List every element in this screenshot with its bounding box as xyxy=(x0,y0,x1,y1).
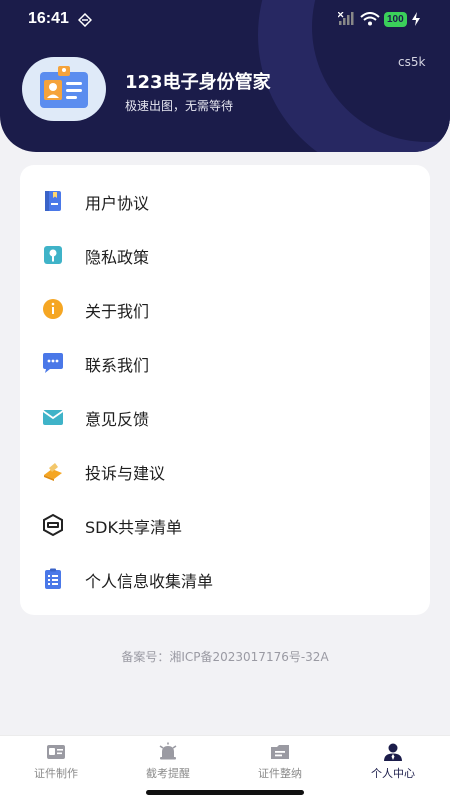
cellular-signal-icon xyxy=(338,12,354,25)
menu-item-label: 隐私政策 xyxy=(85,248,150,267)
info-icon xyxy=(43,299,63,319)
tab-label: 个人中心 xyxy=(371,767,415,780)
status-time: 16:41 xyxy=(28,10,69,27)
tab-label: 截考提醒 xyxy=(146,767,190,780)
menu-item-label: 联系我们 xyxy=(85,356,150,375)
identity-card-icon xyxy=(40,66,88,108)
menu-item-label: 投诉与建议 xyxy=(85,464,166,483)
id-card-icon xyxy=(47,745,65,759)
app-name: 123电子身份管家 xyxy=(125,72,271,93)
user-icon xyxy=(384,743,402,761)
app-tagline: 极速出图，无需等待 xyxy=(125,99,234,113)
menu-item-personal-info-list[interactable]: 个人信息收集清单 xyxy=(20,554,430,604)
menu-item-sdk-list[interactable]: SDK共享清单 xyxy=(20,500,430,550)
menu-item-label: SDK共享清单 xyxy=(85,518,182,537)
tab-label: 证件制作 xyxy=(34,767,78,780)
menu-item-user-agreement[interactable]: 用户协议 xyxy=(20,176,430,226)
privacy-lock-icon xyxy=(44,246,62,264)
sdk-icon xyxy=(43,513,63,537)
tab-personal-center[interactable]: 个人中心 xyxy=(337,736,449,786)
menu-item-complaints[interactable]: 投诉与建议 xyxy=(20,446,430,496)
location-icon xyxy=(78,13,92,27)
folder-icon xyxy=(271,745,289,759)
charging-icon xyxy=(412,12,420,26)
menu-item-label: 关于我们 xyxy=(85,302,150,321)
profile-header: 16:41 100 123电子身份管家 极速出图，无需等待 cs5k xyxy=(0,0,450,152)
book-icon xyxy=(45,191,61,211)
home-indicator[interactable] xyxy=(146,790,304,795)
version-label: cs5k xyxy=(398,55,426,69)
tab-id-making[interactable]: 证件制作 xyxy=(0,736,112,786)
tab-exam-reminder[interactable]: 截考提醒 xyxy=(112,736,224,786)
tab-label: 证件整纳 xyxy=(258,767,302,780)
menu-item-label: 用户协议 xyxy=(85,194,150,213)
chat-icon xyxy=(43,353,63,373)
menu-item-privacy-policy[interactable]: 隐私政策 xyxy=(20,230,430,280)
mail-icon xyxy=(42,410,64,425)
complaint-icon xyxy=(44,463,62,481)
avatar[interactable] xyxy=(22,57,106,121)
alarm-icon xyxy=(159,742,177,760)
battery-level: 100 xyxy=(384,12,407,27)
status-bar: 16:41 100 xyxy=(0,0,450,40)
tab-id-storage[interactable]: 证件整纳 xyxy=(224,736,336,786)
settings-menu: 用户协议 隐私政策 关于我们 联系我们 意见反馈 投诉与建议 SDK共享清单 个… xyxy=(20,165,430,615)
icp-record[interactable]: 备案号：湘ICP备2023017176号-32A xyxy=(0,648,450,665)
menu-item-contact-us[interactable]: 联系我们 xyxy=(20,338,430,388)
menu-item-label: 意见反馈 xyxy=(85,410,150,429)
checklist-icon xyxy=(45,568,61,589)
wifi-icon xyxy=(360,12,380,26)
menu-item-feedback[interactable]: 意见反馈 xyxy=(20,392,430,442)
menu-item-about-us[interactable]: 关于我们 xyxy=(20,284,430,334)
menu-item-label: 个人信息收集清单 xyxy=(85,572,214,591)
